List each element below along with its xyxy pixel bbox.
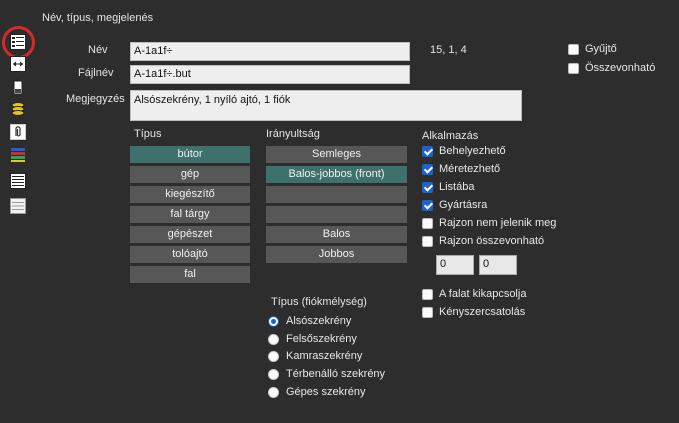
- database-layers-icon[interactable]: [8, 99, 28, 119]
- radio-label: Gépes szekrény: [286, 386, 366, 398]
- radio-appliance-cabinet[interactable]: Gépes szekrény: [268, 386, 365, 398]
- color-bars-icon[interactable]: [8, 145, 28, 165]
- resize-arrows-icon[interactable]: [8, 54, 28, 74]
- checkbox-label: Gyűjtő: [585, 43, 617, 55]
- type-item-gep[interactable]: gép: [130, 166, 250, 183]
- checkbox-box: [422, 235, 433, 247]
- radio-dot: [268, 386, 279, 398]
- checkbox-box: [422, 288, 433, 300]
- name-label: Név: [88, 44, 108, 56]
- manufacturing-checkbox[interactable]: Gyártásra: [422, 199, 487, 211]
- usage-title: Alkalmazás: [422, 130, 479, 142]
- radio-dot: [268, 315, 279, 327]
- drawer-depth-title: Típus (fiókmélység): [271, 296, 367, 308]
- checkbox-label: Kényszercsatolás: [439, 306, 526, 318]
- orientation-title: Irányultság: [266, 128, 320, 140]
- mergeable-checkbox[interactable]: Összevonható: [568, 62, 655, 74]
- hidden-on-drawing-checkbox[interactable]: Rajzon nem jelenik meg: [422, 217, 556, 229]
- forced-coupling-checkbox[interactable]: Kényszercsatolás: [422, 306, 525, 318]
- orientation-item-left-right-front[interactable]: Balos-jobbos (front): [266, 166, 407, 183]
- checkbox-label: Rajzon nem jelenik meg: [439, 217, 557, 229]
- comment-input[interactable]: Alsószekrény, 1 nyíló ajtó, 1 fiók: [130, 90, 522, 121]
- type-item-butor[interactable]: bútor: [130, 146, 250, 163]
- radio-label: Kamraszekrény: [286, 350, 363, 362]
- checkbox-label: Gyártásra: [439, 199, 488, 211]
- checkbox-box: [422, 145, 433, 157]
- lines-list-icon[interactable]: [8, 171, 28, 191]
- checkbox-box: [422, 181, 433, 193]
- radio-upper-cabinet[interactable]: Felsőszekrény: [268, 333, 357, 345]
- checkbox-label: A falat kikapcsolja: [439, 288, 527, 300]
- resizable-checkbox[interactable]: Méretezhető: [422, 163, 500, 175]
- to-list-checkbox[interactable]: Listába: [422, 181, 474, 193]
- radio-freestanding-cabinet[interactable]: Térbenálló szekrény: [268, 368, 385, 380]
- number-input-2[interactable]: 0: [479, 255, 517, 275]
- orientation-item-empty-1[interactable]: [266, 186, 407, 203]
- type-item-fal-targy[interactable]: fal tárgy: [130, 206, 250, 223]
- orientation-item-right[interactable]: Jobbos: [266, 246, 407, 263]
- paperclip-icon[interactable]: [8, 122, 28, 142]
- coords-readout: 15, 1, 4: [430, 44, 467, 56]
- number-input-1[interactable]: 0: [436, 255, 474, 275]
- name-type-icon[interactable]: [8, 32, 28, 52]
- radio-dot: [268, 333, 279, 345]
- type-title: Típus: [134, 128, 162, 140]
- orientation-item-neutral[interactable]: Semleges: [266, 146, 407, 163]
- name-input[interactable]: A-1a1f÷: [130, 42, 410, 61]
- orientation-item-left[interactable]: Balos: [266, 226, 407, 243]
- type-item-gepeszet[interactable]: gépészet: [130, 226, 250, 243]
- filename-label: Fájlnév: [78, 67, 114, 79]
- checkbox-box: [568, 43, 579, 55]
- type-item-toloajto[interactable]: tolóajtó: [130, 246, 250, 263]
- radio-label: Felsőszekrény: [286, 333, 357, 345]
- checkbox-box: [422, 199, 433, 211]
- checkbox-label: Összevonható: [585, 62, 656, 74]
- collector-checkbox[interactable]: Gyűjtő: [568, 43, 617, 55]
- checkbox-box: [568, 62, 579, 74]
- side-toolbar: [0, 0, 36, 423]
- merge-on-drawing-checkbox[interactable]: Rajzon összevonható: [422, 235, 544, 247]
- radio-dot: [268, 350, 279, 362]
- checkbox-box: [422, 217, 433, 229]
- checkbox-label: Rajzon összevonható: [439, 235, 545, 247]
- radio-pantry-cabinet[interactable]: Kamraszekrény: [268, 350, 362, 362]
- type-item-kiegeszito[interactable]: kiegészítő: [130, 186, 250, 203]
- checkbox-label: Listába: [439, 181, 475, 193]
- lines-list-light-icon[interactable]: [8, 196, 28, 216]
- battery-icon[interactable]: [8, 77, 28, 97]
- wall-off-checkbox[interactable]: A falat kikapcsolja: [422, 288, 526, 300]
- radio-label: Térbenálló szekrény: [286, 368, 386, 380]
- checkbox-label: Behelyezhető: [439, 145, 506, 157]
- orientation-item-empty-2[interactable]: [266, 206, 407, 223]
- insertable-checkbox[interactable]: Behelyezhető: [422, 145, 506, 157]
- radio-label: Alsószekrény: [286, 315, 352, 327]
- checkbox-label: Méretezhető: [439, 163, 501, 175]
- filename-input[interactable]: A-1a1f÷.but: [130, 65, 410, 84]
- checkbox-box: [422, 163, 433, 175]
- checkbox-box: [422, 306, 433, 318]
- comment-label: Megjegyzés: [66, 93, 125, 105]
- type-item-fal[interactable]: fal: [130, 266, 250, 283]
- radio-dot: [268, 368, 279, 380]
- section-title: Név, típus, megjelenés: [42, 12, 154, 24]
- radio-lower-cabinet[interactable]: Alsószekrény: [268, 315, 351, 327]
